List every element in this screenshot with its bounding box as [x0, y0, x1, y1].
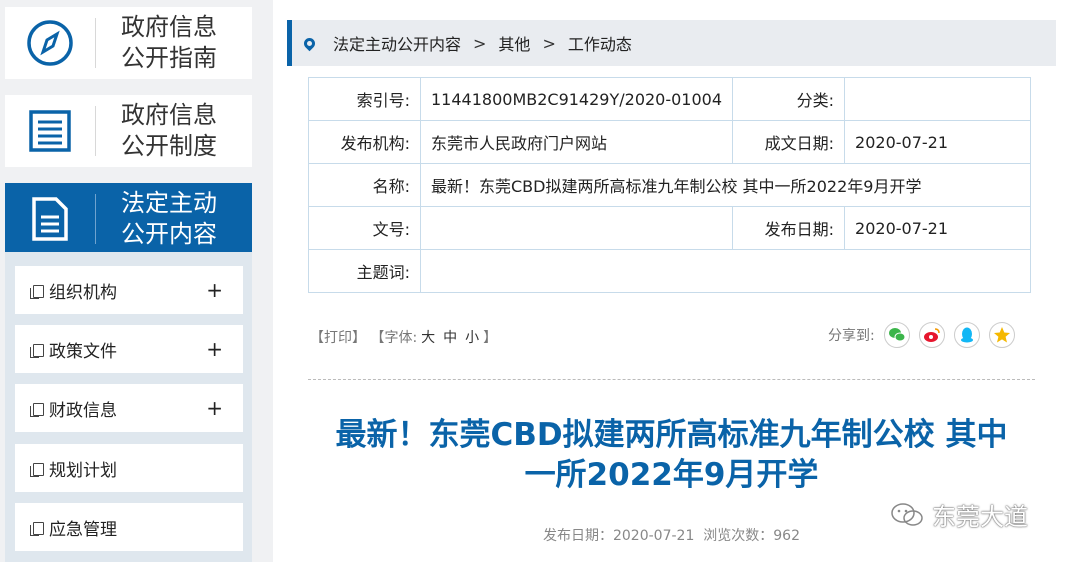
- sidebar-item-finance[interactable]: 财政信息 +: [15, 384, 243, 432]
- divider: [308, 379, 1035, 380]
- qq-icon[interactable]: [953, 322, 980, 348]
- breadcrumb-item[interactable]: 法定主动公开内容: [333, 31, 461, 55]
- font-prefix: 【字体:: [370, 330, 418, 346]
- card-line1: 政府信息: [121, 13, 217, 41]
- publish-date-value: 2020-07-21: [844, 206, 1031, 250]
- compass-icon: [5, 7, 95, 79]
- keywords-value: [420, 249, 1031, 293]
- publish-date-label: 发布日期:: [732, 206, 846, 250]
- chevron-right-icon: >: [473, 33, 487, 53]
- location-pin-icon: [301, 35, 318, 51]
- doc-no-value: [419, 206, 734, 250]
- watermark-text: 东莞大道: [932, 503, 1028, 531]
- pub-date: 2020-07-21: [612, 528, 695, 544]
- index-label: 索引号:: [308, 77, 421, 121]
- table-row: 名称: 最新！东莞CBD拟建两所高标准九年制公校 其中一所2022年9月开学: [308, 163, 1031, 207]
- table-row: 索引号: 11441800MB2C91429Y/2020-01004 分类:: [308, 77, 1031, 121]
- font-medium-link[interactable]: 中: [443, 330, 457, 346]
- list-icon: [5, 95, 95, 167]
- table-row: 文号: 发布日期: 2020-07-21: [308, 206, 1031, 250]
- written-date-label: 成文日期:: [732, 120, 846, 164]
- menu-label: 规划计划: [49, 460, 117, 481]
- qzone-star-icon[interactable]: [988, 322, 1015, 348]
- expand-icon[interactable]: +: [206, 337, 223, 361]
- written-date-value: 2020-07-21: [844, 120, 1031, 164]
- sidebar-item-policy[interactable]: 政策文件 +: [15, 325, 243, 373]
- publisher-value: 东莞市人民政府门户网站: [419, 120, 734, 164]
- sidebar-card-guide[interactable]: 政府信息 公开指南: [5, 7, 252, 79]
- index-value: 11441800MB2C91429Y/2020-01004: [419, 77, 734, 121]
- card-line2: 公开指南: [121, 44, 217, 72]
- category-label: 分类:: [732, 77, 846, 121]
- print-link[interactable]: 【打印】: [310, 330, 366, 346]
- menu-label: 财政信息: [49, 400, 117, 421]
- article-tools: 【打印】 【字体: 大中小】: [310, 327, 497, 347]
- file-icon: [30, 462, 44, 477]
- name-value: 最新！东莞CBD拟建两所高标准九年制公校 其中一所2022年9月开学: [420, 163, 1031, 207]
- title-line: 最新！东莞CBD拟建两所高标准九年制公校 其中: [335, 417, 1008, 453]
- views-label: 浏览次数：: [703, 528, 774, 544]
- watermark: 东莞大道: [890, 497, 1028, 532]
- share-label: 分享到:: [828, 328, 875, 344]
- file-icon: [30, 521, 44, 536]
- breadcrumb-item[interactable]: 其他: [498, 31, 530, 55]
- sidebar-item-planning[interactable]: 规划计划: [15, 444, 243, 492]
- sidebar-item-emergency[interactable]: 应急管理: [15, 503, 243, 551]
- publisher-label: 发布机构:: [308, 120, 421, 164]
- metadata-table: 索引号: 11441800MB2C91429Y/2020-01004 分类: 发…: [308, 77, 1031, 293]
- views-count: 962: [773, 528, 800, 544]
- card-line2: 公开内容: [121, 220, 217, 248]
- expand-icon[interactable]: +: [206, 278, 223, 302]
- font-suffix: 】: [483, 330, 498, 346]
- sidebar-card-content[interactable]: 法定主动 公开内容: [5, 183, 252, 255]
- card-line2: 公开制度: [121, 132, 217, 160]
- font-small-link[interactable]: 小: [465, 330, 479, 346]
- share-bar: 分享到:: [828, 322, 1015, 348]
- wechat-logo-icon: [891, 502, 923, 526]
- table-row: 发布机构: 东莞市人民政府门户网站 成文日期: 2020-07-21: [308, 120, 1031, 164]
- breadcrumb: 法定主动公开内容 > 其他 > 工作动态: [287, 20, 1056, 66]
- card-line1: 法定主动: [121, 189, 217, 217]
- menu-label: 组织机构: [49, 282, 117, 303]
- weibo-icon[interactable]: [918, 322, 945, 348]
- expand-icon[interactable]: +: [206, 396, 223, 420]
- menu-label: 政策文件: [49, 341, 117, 362]
- sidebar-card-system[interactable]: 政府信息 公开制度: [5, 95, 252, 167]
- wechat-icon[interactable]: [883, 322, 910, 348]
- title-line: 一所2022年9月开学: [524, 457, 819, 493]
- keywords-label: 主题词:: [308, 249, 421, 293]
- menu-label: 应急管理: [49, 519, 117, 540]
- name-label: 名称:: [308, 163, 421, 207]
- chevron-right-icon: >: [542, 33, 556, 53]
- card-line1: 政府信息: [121, 101, 217, 129]
- file-icon: [30, 402, 44, 417]
- sidebar-item-organization[interactable]: 组织机构 +: [15, 266, 243, 314]
- category-value: [844, 77, 1031, 121]
- font-large-link[interactable]: 大: [421, 330, 435, 346]
- breadcrumb-item[interactable]: 工作动态: [568, 31, 632, 55]
- article-title: 最新！东莞CBD拟建两所高标准九年制公校 其中 一所2022年9月开学: [308, 415, 1035, 495]
- table-row: 主题词:: [308, 249, 1031, 293]
- document-icon: [5, 183, 95, 255]
- file-icon: [30, 284, 44, 299]
- file-icon: [30, 343, 44, 358]
- doc-no-label: 文号:: [308, 206, 421, 250]
- pub-date-label: 发布日期：: [542, 528, 613, 544]
